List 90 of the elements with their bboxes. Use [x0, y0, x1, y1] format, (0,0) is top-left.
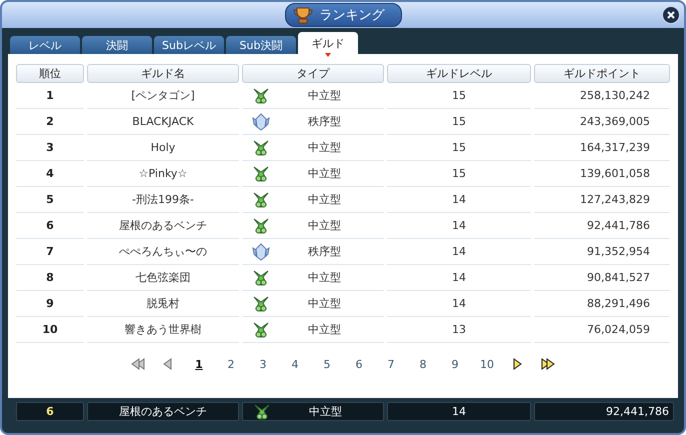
type-cell: 中立型	[308, 88, 341, 103]
level-cell: 15	[387, 83, 531, 109]
close-icon[interactable]	[662, 6, 680, 24]
page-link[interactable]: 8	[414, 358, 432, 370]
own-guild-points: 92,441,786	[534, 402, 674, 421]
crystal-emblem-icon	[252, 112, 270, 130]
page-link[interactable]: 2	[222, 358, 240, 370]
page-link[interactable]: 7	[382, 358, 400, 370]
own-guild-name: 屋根のあるベンチ	[87, 402, 239, 421]
leaf-emblem-icon	[252, 216, 270, 234]
rank-cell: 9	[16, 291, 84, 317]
page-link[interactable]: 1	[190, 358, 208, 370]
points-cell: 127,243,829	[534, 187, 670, 213]
guild-name-cell: ☆Pinky☆	[87, 161, 239, 187]
rank-cell: 3	[16, 135, 84, 161]
level-cell: 14	[387, 239, 531, 265]
tab[interactable]: レベル	[10, 36, 80, 54]
rank-cell: 2	[16, 109, 84, 135]
rank-cell: 1	[16, 83, 84, 109]
own-guild-type: 中立型	[309, 404, 342, 419]
guild-name-cell: 屋根のあるベンチ	[87, 213, 239, 239]
type-cell: 秩序型	[308, 114, 341, 129]
rank-cell: 5	[16, 187, 84, 213]
level-cell: 15	[387, 135, 531, 161]
leaf-emblem-icon	[252, 86, 270, 104]
last-page-icon[interactable]	[540, 356, 556, 372]
type-cell: 中立型	[308, 192, 341, 207]
type-cell: 中立型	[308, 296, 341, 311]
points-cell: 164,317,239	[534, 135, 670, 161]
points-cell: 243,369,005	[534, 109, 670, 135]
column-header[interactable]: タイプ	[242, 64, 384, 83]
trophy-icon	[292, 6, 314, 24]
rank-cell: 8	[16, 265, 84, 291]
type-cell: 中立型	[308, 270, 341, 285]
column-header[interactable]: ギルドレベル	[387, 64, 531, 83]
level-cell: 14	[387, 291, 531, 317]
window-title: ランキング	[284, 3, 402, 27]
leaf-emblem-icon	[252, 138, 270, 156]
tab[interactable]: 決闘	[82, 36, 152, 54]
leaf-emblem-icon	[252, 164, 270, 182]
guild-name-cell: [ペンタゴン]	[87, 83, 239, 109]
type-cell: 中立型	[308, 166, 341, 181]
leaf-emblem-icon	[252, 190, 270, 208]
type-cell: 中立型	[308, 140, 341, 155]
level-cell: 13	[387, 317, 531, 343]
points-cell: 91,352,954	[534, 239, 670, 265]
leaf-emblem-icon	[252, 320, 270, 338]
points-cell: 92,441,786	[534, 213, 670, 239]
type-cell: 中立型	[308, 218, 341, 233]
type-cell: 中立型	[308, 322, 341, 337]
tab[interactable]: ギルド	[298, 32, 358, 54]
points-cell: 76,024,059	[534, 317, 670, 343]
column-header[interactable]: ギルドポイント	[534, 64, 670, 83]
tab[interactable]: Sub決闘	[226, 36, 296, 54]
rank-cell: 10	[16, 317, 84, 343]
level-cell: 15	[387, 109, 531, 135]
crystal-emblem-icon	[252, 242, 270, 260]
leaf-emblem-icon	[253, 402, 271, 420]
level-cell: 15	[387, 161, 531, 187]
column-header[interactable]: ギルド名	[87, 64, 239, 83]
rank-cell: 4	[16, 161, 84, 187]
points-cell: 258,130,242	[534, 83, 670, 109]
page-link[interactable]: 5	[318, 358, 336, 370]
type-cell: 秩序型	[308, 244, 341, 259]
tab[interactable]: Subレベル	[154, 36, 224, 54]
level-cell: 14	[387, 187, 531, 213]
page-link[interactable]: 10	[478, 358, 496, 370]
page-link[interactable]: 4	[286, 358, 304, 370]
own-rank: 6	[16, 402, 84, 421]
points-cell: 90,841,527	[534, 265, 670, 291]
guild-name-cell: -刑法199条-	[87, 187, 239, 213]
page-link[interactable]: 3	[254, 358, 272, 370]
guild-name-cell: ぺぺろんちぃ〜の	[87, 239, 239, 265]
page-link[interactable]: 9	[446, 358, 464, 370]
guild-name-cell: 脱兎村	[87, 291, 239, 317]
rank-cell: 7	[16, 239, 84, 265]
level-cell: 14	[387, 213, 531, 239]
rank-cell: 6	[16, 213, 84, 239]
points-cell: 88,291,496	[534, 291, 670, 317]
own-guild-level: 14	[387, 402, 531, 421]
level-cell: 14	[387, 265, 531, 291]
leaf-emblem-icon	[252, 268, 270, 286]
leaf-emblem-icon	[252, 294, 270, 312]
page-link[interactable]: 6	[350, 358, 368, 370]
guild-name-cell: 響きあう世界樹	[87, 317, 239, 343]
guild-name-cell: Holy	[87, 135, 239, 161]
points-cell: 139,601,058	[534, 161, 670, 187]
guild-name-cell: BLACKJACK	[87, 109, 239, 135]
column-header[interactable]: 順位	[16, 64, 84, 83]
guild-name-cell: 七色弦楽団	[87, 265, 239, 291]
